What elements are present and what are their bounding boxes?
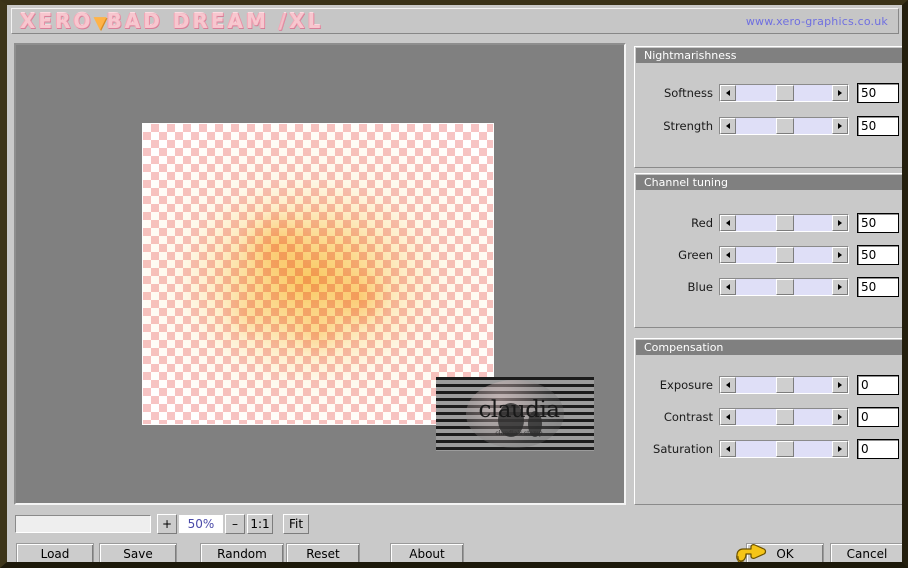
xero-bad-dream-window: XERO▼BAD DREAM /XL www.xero-graphics.co.… xyxy=(0,0,908,568)
label-blue: Blue xyxy=(687,280,713,294)
preview-frame: claudia claudia's stamp xyxy=(14,43,626,505)
reset-button[interactable]: Reset xyxy=(286,543,360,562)
preview-canvas[interactable]: claudia claudia's stamp xyxy=(16,45,624,503)
slider-right-arrow-icon[interactable] xyxy=(832,118,848,134)
slider-thumb[interactable] xyxy=(776,279,794,295)
slider-red[interactable] xyxy=(719,214,849,232)
slider-thumb[interactable] xyxy=(776,118,794,134)
watermark-overlay: claudia claudia's stamp xyxy=(436,377,594,451)
load-button[interactable]: Load xyxy=(16,543,94,562)
slider-left-arrow-icon[interactable] xyxy=(720,85,736,101)
value-red[interactable]: 50 xyxy=(857,213,899,233)
window-inner: XERO▼BAD DREAM /XL www.xero-graphics.co.… xyxy=(7,5,902,562)
slider-left-arrow-icon[interactable] xyxy=(720,215,736,231)
zoom-in-button[interactable]: + xyxy=(157,514,177,534)
website-url-link[interactable]: www.xero-graphics.co.uk xyxy=(746,9,888,35)
app-logo: XERO▼BAD DREAM /XL xyxy=(20,9,323,35)
value-green[interactable]: 50 xyxy=(857,245,899,265)
logo-bad-dream: BAD DREAM xyxy=(106,9,269,33)
status-input[interactable] xyxy=(15,515,151,533)
zoom-actual-size-button[interactable]: 1:1 xyxy=(247,514,273,534)
slider-left-arrow-icon[interactable] xyxy=(720,118,736,134)
label-contrast: Contrast xyxy=(663,410,713,424)
slider-right-arrow-icon[interactable] xyxy=(832,85,848,101)
slider-right-arrow-icon[interactable] xyxy=(832,409,848,425)
slider-thumb[interactable] xyxy=(776,85,794,101)
cancel-button[interactable]: Cancel xyxy=(830,543,902,562)
logo-xero: XERO xyxy=(20,9,94,33)
slider-exposure[interactable] xyxy=(719,376,849,394)
slider-left-arrow-icon[interactable] xyxy=(720,377,736,393)
watermark-text: claudia xyxy=(478,397,560,423)
logo-slash: / xyxy=(278,9,290,33)
slider-thumb[interactable] xyxy=(776,215,794,231)
zoom-level-display: 50% xyxy=(179,515,223,533)
ok-button[interactable]: OK xyxy=(746,543,824,562)
label-strength: Strength xyxy=(663,119,713,133)
value-exposure[interactable]: 0 xyxy=(857,375,899,395)
slider-right-arrow-icon[interactable] xyxy=(832,247,848,263)
slider-thumb[interactable] xyxy=(776,441,794,457)
zoom-fit-button[interactable]: Fit xyxy=(283,514,309,534)
slider-right-arrow-icon[interactable] xyxy=(832,279,848,295)
value-strength[interactable]: 50 xyxy=(857,116,899,136)
group-channel-tuning: Channel tuning Red 50 Green 50 Blue 50 xyxy=(634,173,902,328)
title-bar: XERO▼BAD DREAM /XL www.xero-graphics.co.… xyxy=(11,8,899,34)
value-softness[interactable]: 50 xyxy=(857,83,899,103)
group-nightmarishness: Nightmarishness Softness 50 Strength 50 xyxy=(634,46,902,168)
slider-left-arrow-icon[interactable] xyxy=(720,441,736,457)
zoom-out-button[interactable]: – xyxy=(225,514,245,534)
value-contrast[interactable]: 0 xyxy=(857,407,899,427)
slider-left-arrow-icon[interactable] xyxy=(720,409,736,425)
slider-right-arrow-icon[interactable] xyxy=(832,441,848,457)
value-blue[interactable]: 50 xyxy=(857,277,899,297)
random-button[interactable]: Random xyxy=(200,543,284,562)
slider-contrast[interactable] xyxy=(719,408,849,426)
label-green: Green xyxy=(678,248,713,262)
slider-left-arrow-icon[interactable] xyxy=(720,279,736,295)
slider-right-arrow-icon[interactable] xyxy=(832,215,848,231)
slider-left-arrow-icon[interactable] xyxy=(720,247,736,263)
label-exposure: Exposure xyxy=(659,378,713,392)
slider-thumb[interactable] xyxy=(776,247,794,263)
about-button[interactable]: About xyxy=(390,543,464,562)
group-title-channel-tuning: Channel tuning xyxy=(636,175,902,190)
watermark-subtext: claudia's stamp xyxy=(495,430,543,437)
slider-right-arrow-icon[interactable] xyxy=(832,377,848,393)
slider-strength[interactable] xyxy=(719,117,849,135)
logo-xl: XL xyxy=(289,9,324,33)
group-title-nightmarishness: Nightmarishness xyxy=(636,48,902,63)
save-button[interactable]: Save xyxy=(99,543,177,562)
slider-green[interactable] xyxy=(719,246,849,264)
logo-triangle-icon: ▼ xyxy=(93,13,107,33)
value-saturation[interactable]: 0 xyxy=(857,439,899,459)
slider-saturation[interactable] xyxy=(719,440,849,458)
group-title-compensation: Compensation xyxy=(636,340,902,355)
label-red: Red xyxy=(691,216,713,230)
slider-thumb[interactable] xyxy=(776,409,794,425)
slider-softness[interactable] xyxy=(719,84,849,102)
label-saturation: Saturation xyxy=(653,442,713,456)
label-softness: Softness xyxy=(663,86,713,100)
slider-thumb[interactable] xyxy=(776,377,794,393)
group-compensation: Compensation Exposure 0 Contrast 0 Satur… xyxy=(634,338,902,505)
slider-blue[interactable] xyxy=(719,278,849,296)
